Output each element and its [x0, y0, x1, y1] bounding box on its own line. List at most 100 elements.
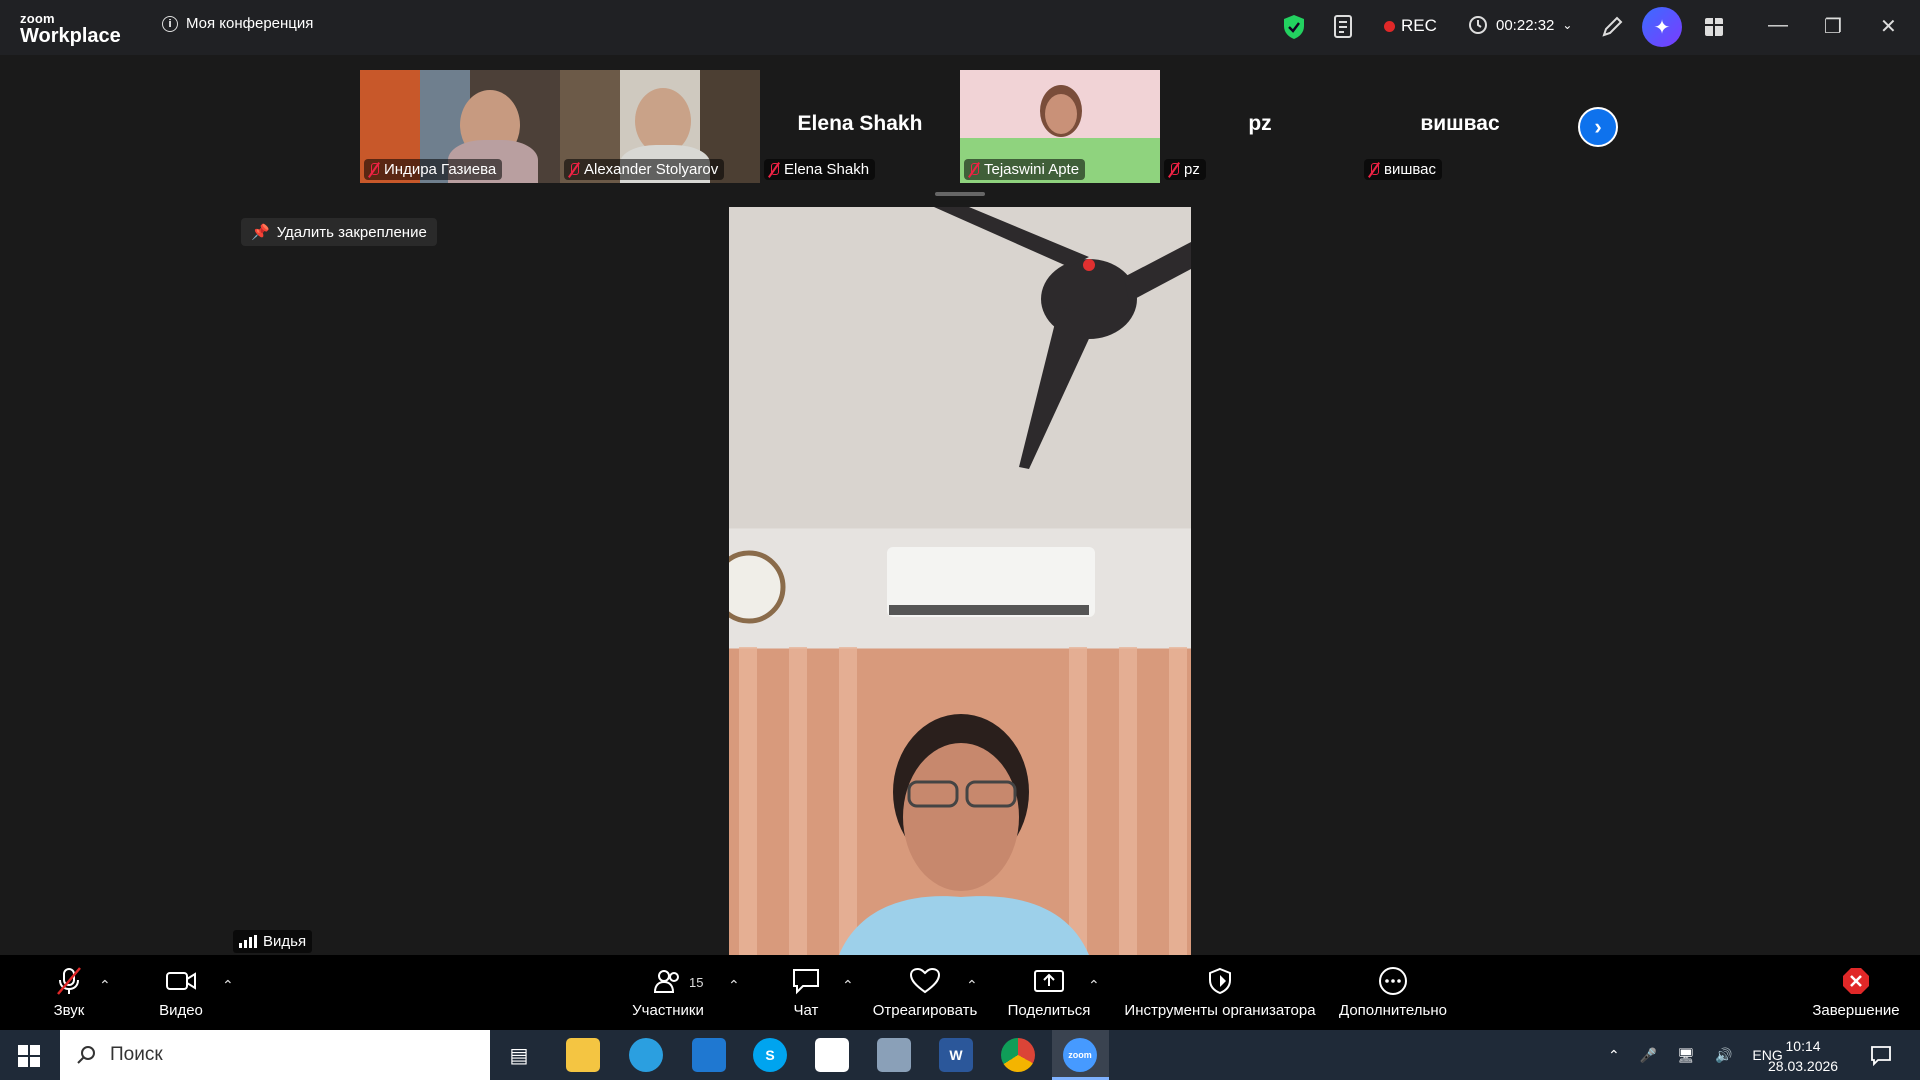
- participants-icon: [653, 970, 679, 993]
- file-explorer-icon[interactable]: [566, 1038, 600, 1072]
- participants-count: 15: [689, 975, 704, 990]
- participants-options-caret-icon[interactable]: ⌃: [728, 977, 740, 994]
- notifications-icon[interactable]: [1870, 1044, 1892, 1066]
- rec-label: REC: [1401, 16, 1437, 35]
- share-label: Поделиться: [1007, 1002, 1091, 1019]
- notes-icon[interactable]: [1332, 14, 1356, 40]
- participant-name: Tejaswini Apte: [984, 161, 1080, 178]
- minimize-button[interactable]: —: [1768, 14, 1788, 37]
- participant-tile[interactable]: pz pz: [1160, 70, 1360, 183]
- participant-display-name: вишвас: [1420, 112, 1500, 135]
- end-icon: [1843, 968, 1869, 994]
- participant-tile[interactable]: Индира Газиева: [360, 70, 560, 183]
- participant-label: Alexander Stolyarov: [564, 159, 725, 180]
- title-bar: zoom Workplace i Моя конференция REC 00:…: [0, 0, 1920, 55]
- mail-icon[interactable]: [692, 1038, 726, 1072]
- participants-label: Участники: [632, 1002, 704, 1019]
- host-tools-button[interactable]: Инструменты организатора: [1120, 955, 1320, 1030]
- apps-icon[interactable]: [1702, 14, 1726, 40]
- mic-muted-icon: [57, 967, 81, 995]
- chat-icon: [793, 969, 819, 995]
- mic-muted-icon: [568, 162, 580, 178]
- unpin-button[interactable]: 📌 Удалить закрепление: [241, 218, 437, 246]
- react-button[interactable]: Отреагировать: [870, 955, 980, 1030]
- share-button[interactable]: Поделиться: [1004, 955, 1094, 1030]
- skype-icon[interactable]: S: [753, 1038, 787, 1072]
- audio-label: Звук: [53, 1002, 85, 1019]
- meeting-timer[interactable]: 00:22:32 ⌄: [1468, 15, 1572, 35]
- photos-icon[interactable]: [877, 1038, 911, 1072]
- network-icon[interactable]: 🖥: [1677, 1047, 1695, 1064]
- mic-muted-icon: [768, 162, 780, 178]
- pin-icon: 📌: [251, 224, 270, 241]
- mic-muted-icon: [1368, 162, 1380, 178]
- video-scene: [729, 207, 1191, 955]
- next-page-button[interactable]: ›: [1578, 107, 1618, 147]
- tray-chevron-up-icon[interactable]: ⌃: [1608, 1047, 1620, 1064]
- react-label: Отреагировать: [872, 1002, 978, 1019]
- task-view-icon[interactable]: ▤: [502, 1038, 536, 1072]
- participant-label: pz: [1164, 159, 1206, 180]
- meeting-info-button[interactable]: i Моя конференция: [162, 15, 313, 32]
- participant-name: pz: [1184, 161, 1200, 178]
- taskbar-clock[interactable]: 10:14 28.03.2026: [1768, 1036, 1838, 1076]
- react-options-caret-icon[interactable]: ⌃: [966, 977, 978, 994]
- recording-indicator[interactable]: REC: [1384, 16, 1437, 36]
- search-placeholder: Поиск: [110, 1044, 163, 1065]
- active-speaker-tag: Видья: [233, 930, 313, 953]
- strip-resize-handle[interactable]: [935, 192, 985, 196]
- participants-button[interactable]: Участники: [628, 955, 708, 1030]
- zoom-window: zoom Workplace i Моя конференция REC 00:…: [0, 0, 1920, 1030]
- audio-button[interactable]: Звук: [44, 955, 94, 1030]
- share-options-caret-icon[interactable]: ⌃: [1088, 977, 1100, 994]
- video-button[interactable]: Видео: [156, 955, 206, 1030]
- windows-start-icon[interactable]: [18, 1045, 40, 1067]
- chevron-down-icon: ⌄: [1562, 18, 1573, 32]
- participant-name: Alexander Stolyarov: [584, 161, 719, 178]
- info-icon: i: [162, 15, 178, 32]
- search-icon: [77, 1046, 95, 1064]
- system-tray: ⌃ 🎤 🖥 🔊 ENG: [1608, 1030, 1783, 1080]
- end-label: Завершение: [1812, 1002, 1900, 1019]
- participant-display-name: pz: [1248, 112, 1272, 135]
- active-app-highlight: [1052, 1030, 1109, 1080]
- restore-button[interactable]: ❐: [1824, 14, 1842, 39]
- participant-display-name: Elena Shakh: [797, 112, 923, 135]
- logo-workplace-text: Workplace: [20, 25, 121, 47]
- pinned-video[interactable]: [729, 207, 1191, 955]
- edge-browser-icon[interactable]: [629, 1038, 663, 1072]
- clock-icon: [1469, 16, 1487, 34]
- host-shield-icon: [1209, 967, 1231, 995]
- microphone-tray-icon[interactable]: 🎤: [1640, 1047, 1657, 1064]
- chat-button[interactable]: Чат: [786, 955, 826, 1030]
- encryption-shield-icon[interactable]: [1282, 14, 1306, 40]
- volume-icon[interactable]: 🔊: [1715, 1047, 1732, 1064]
- video-label: Видео: [159, 1002, 203, 1019]
- participant-label: Индира Газиева: [364, 159, 503, 180]
- video-options-caret-icon[interactable]: ⌃: [222, 977, 234, 994]
- zoom-logo: zoom Workplace: [20, 12, 121, 46]
- chat-options-caret-icon[interactable]: ⌃: [842, 977, 854, 994]
- word-icon[interactable]: W: [939, 1038, 973, 1072]
- end-meeting-button[interactable]: Завершение: [1808, 955, 1904, 1030]
- participant-tile[interactable]: вишвас вишвас: [1360, 70, 1560, 183]
- heart-icon: [909, 967, 941, 994]
- taskbar-search[interactable]: Поиск: [60, 1030, 490, 1080]
- participant-name: Индира Газиева: [384, 161, 497, 178]
- store-icon[interactable]: [815, 1038, 849, 1072]
- participant-strip: Индира Газиева Alexander Stolyarov Elena…: [360, 70, 1560, 183]
- more-button[interactable]: Дополнительно: [1336, 955, 1450, 1030]
- ai-companion-button[interactable]: ✦: [1642, 7, 1682, 47]
- meeting-toolbar: Звук ⌃ Видео ⌃ Участники 15 ⌃ Чат ⌃ Отре…: [0, 955, 1920, 1030]
- mic-muted-icon: [1168, 162, 1180, 178]
- participant-tile[interactable]: Alexander Stolyarov: [560, 70, 760, 183]
- chrome-icon[interactable]: [1001, 1038, 1035, 1072]
- host-tools-label: Инструменты организатора: [1124, 1002, 1316, 1019]
- participant-tile[interactable]: Tejaswini Apte: [960, 70, 1160, 183]
- annotate-pen-icon[interactable]: [1600, 14, 1624, 40]
- close-button[interactable]: ✕: [1880, 14, 1897, 39]
- participant-tile[interactable]: Elena Shakh Elena Shakh: [760, 70, 960, 183]
- participant-label: Tejaswini Apte: [964, 159, 1086, 180]
- audio-options-caret-icon[interactable]: ⌃: [99, 977, 111, 994]
- participant-label: вишвас: [1364, 159, 1443, 180]
